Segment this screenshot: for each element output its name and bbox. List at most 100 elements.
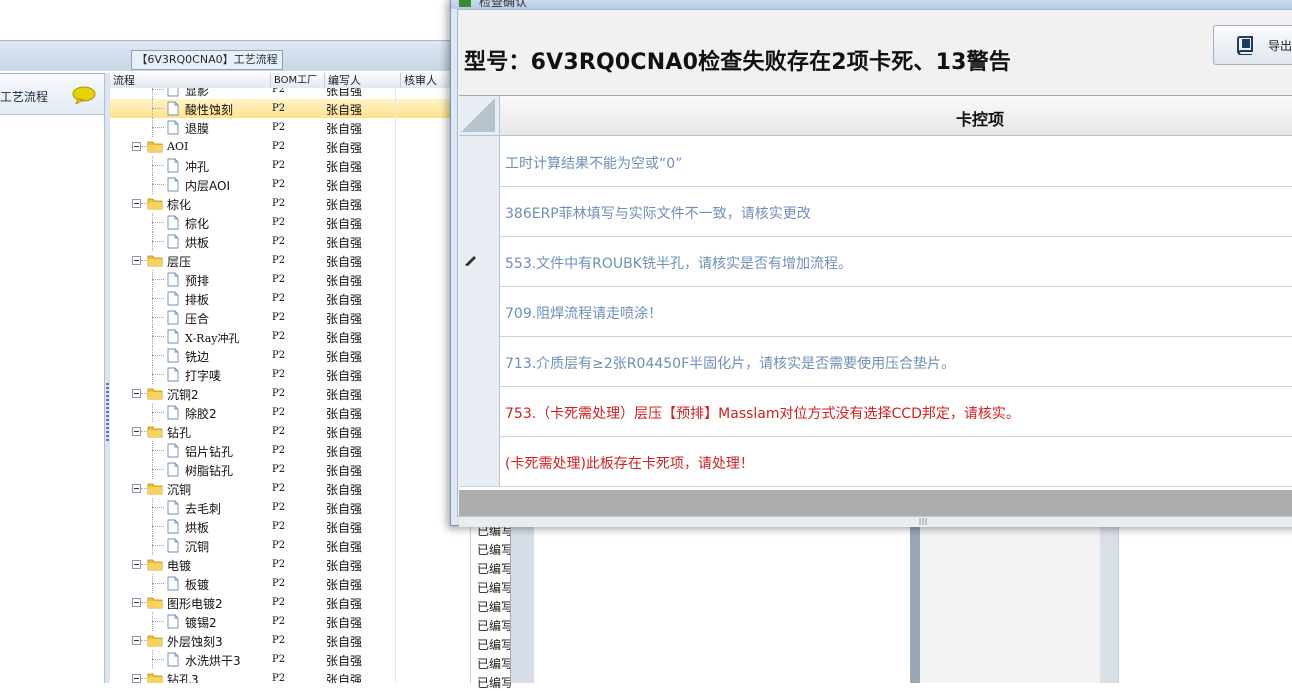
status-cell: 已编写 [477,562,511,576]
tree-folder-row[interactable]: 沉铜2 P2 张自强 [110,384,470,403]
tree-item-row[interactable]: 内层AOI P2 张自强 [110,175,470,194]
tree-connector [152,317,164,318]
speech-bubble-icon[interactable] [72,86,96,104]
tree-item-row[interactable]: 冲孔 P2 张自强 [110,156,470,175]
collapse-toggle-icon[interactable] [132,598,141,607]
tree-item-row[interactable]: 打字唛 P2 张自强 [110,365,470,384]
tree-item-row[interactable]: 棕化 P2 张自强 [110,213,470,232]
tree-item-row[interactable]: X-Ray冲孔 P2 张自强 [110,327,470,346]
pencil-icon [465,256,476,266]
tree-item-row[interactable]: 除胶2 P2 张自强 [110,403,470,422]
bom-factory-cell: P2 [272,369,286,380]
document-icon [165,234,181,249]
check-item-row[interactable]: 553.文件中有ROUBK铣半孔，请核实是否有增加流程。 [459,236,1292,287]
tree-connector [152,298,164,299]
author-cell: 张自强 [326,502,363,516]
tab-process-flow[interactable]: 【6V3RQ0CNA0】工艺流程 [131,50,283,70]
collapse-toggle-icon[interactable] [132,389,141,398]
tree-item-row[interactable]: 酸性蚀刻 P2 张自强 [110,99,470,118]
tree-item-row[interactable]: 镀锡2 P2 张自强 [110,612,470,631]
tree-folder-row[interactable]: 电镀 P2 张自强 [110,555,470,574]
tree-item-row[interactable]: 树脂钻孔 P2 张自强 [110,460,470,479]
collapse-toggle-icon[interactable] [132,636,141,645]
column-author[interactable]: 编写人 [324,73,398,88]
tree-item-row[interactable]: 显影 P2 张自强 [110,88,470,99]
document-icon [165,329,181,344]
row-header[interactable] [459,236,500,286]
author-cell: 张自强 [326,635,363,649]
check-item-text: 工时计算结果不能为空或“0” [505,156,683,172]
row-header[interactable] [459,386,500,436]
tree-node-label: 板镀 [185,578,210,592]
tree-item-row[interactable]: 铣边 P2 张自强 [110,346,470,365]
bom-factory-cell: P2 [272,350,286,361]
tree-item-row[interactable]: 水洗烘干3 P2 张自强 [110,650,470,669]
bom-factory-cell: P2 [272,654,286,665]
tree-item-row[interactable]: 铝片钻孔 P2 张自强 [110,441,470,460]
dialog-titlebar[interactable]: 检查确认 [451,0,1292,9]
splitter-grip[interactable] [106,383,109,443]
row-header[interactable] [459,186,500,236]
collapse-toggle-icon[interactable] [132,142,141,151]
export-button[interactable]: 导出 [1213,25,1292,65]
tree-folder-row[interactable]: 外层蚀刻3 P2 张自强 [110,631,470,650]
folder-icon [147,633,163,648]
tree-item-row[interactable]: 压合 P2 张自强 [110,308,470,327]
tree-folder-row[interactable]: 钻孔3 P2 张自强 [110,669,470,683]
left-panel-empty [0,394,104,683]
tree-item-row[interactable]: 烘板 P2 张自强 [110,232,470,251]
check-item-row[interactable]: 386ERP菲林填写与实际文件不一致，请核实更改 [459,186,1292,237]
collapse-toggle-icon[interactable] [132,427,141,436]
check-item-row[interactable]: 工时计算结果不能为空或“0” [459,136,1292,187]
row-header[interactable] [459,336,500,386]
horizontal-scrollbar[interactable] [459,516,1292,527]
row-header[interactable] [459,286,500,336]
folder-icon [147,671,163,683]
tree-folder-row[interactable]: 图形电镀2 P2 张自强 [110,593,470,612]
check-item-row[interactable]: 753.（卡死需处理）层压【预排】Masslam对位方式没有选择CCD邦定，请核… [459,386,1292,437]
collapse-toggle-icon[interactable] [132,199,141,208]
column-process[interactable]: 流程 [110,73,268,88]
export-label: 导出 [1268,39,1292,53]
column-bom-factory[interactable]: BOM工厂 [270,73,322,88]
tree-folder-row[interactable]: 钻孔 P2 张自强 [110,422,470,441]
document-icon [165,291,181,306]
author-cell: 张自强 [326,369,363,383]
tree-folder-row[interactable]: 棕化 P2 张自强 [110,194,470,213]
tree-folder-row[interactable]: 层压 P2 张自强 [110,251,470,270]
author-cell: 张自强 [326,673,363,683]
process-tree[interactable]: 显影 P2 张自强 酸性蚀刻 P2 张自强 退膜 P2 张自强 AOI P2 张自强 冲孔 P2 张自强 内层… [110,88,470,683]
folder-icon [147,557,163,572]
collapse-toggle-icon[interactable] [132,484,141,493]
document-icon [165,88,181,97]
row-header[interactable] [459,436,500,486]
tree-node-label: 排板 [185,293,210,307]
tree-connector [152,108,164,109]
scrollbar-grip-icon[interactable] [919,518,927,525]
collapse-toggle-icon[interactable] [132,674,141,683]
grid-column-header[interactable]: 卡控项 [500,96,1292,136]
tree-folder-row[interactable]: AOI P2 张自强 [110,137,470,156]
row-header[interactable] [459,136,500,186]
grid-select-all-corner[interactable] [459,96,500,136]
collapse-toggle-icon[interactable] [132,256,141,265]
tree-item-row[interactable]: 烘板 P2 张自强 [110,517,470,536]
column-header-control-item: 卡控项 [955,110,1004,129]
author-cell: 张自强 [326,559,363,573]
tree-connector [152,184,164,185]
check-item-row[interactable]: 709.阻焊流程请走喷涂！ [459,286,1292,337]
bom-factory-cell: P2 [272,483,286,494]
tree-folder-row[interactable]: 沉铜 P2 张自强 [110,479,470,498]
tree-item-row[interactable]: 排板 P2 张自强 [110,289,470,308]
tree-item-row[interactable]: 退膜 P2 张自强 [110,118,470,137]
tree-item-row[interactable]: 去毛刺 P2 张自强 [110,498,470,517]
tree-node-label: 镀锡2 [185,616,217,630]
tree-item-row[interactable]: 沉铜 P2 张自强 [110,536,470,555]
panel-separator [1100,520,1118,683]
check-item-row[interactable]: (卡死需处理)此板存在卡死项，请处理！ [459,436,1292,487]
check-item-row[interactable]: 713.介质层有≥2张R04450F半固化片，请核实是否需要使用压合垫片。 [459,336,1292,387]
collapse-toggle-icon[interactable] [132,560,141,569]
tree-item-row[interactable]: 板镀 P2 张自强 [110,574,470,593]
status-cell: 已编写 [477,657,511,671]
tree-item-row[interactable]: 预排 P2 张自强 [110,270,470,289]
